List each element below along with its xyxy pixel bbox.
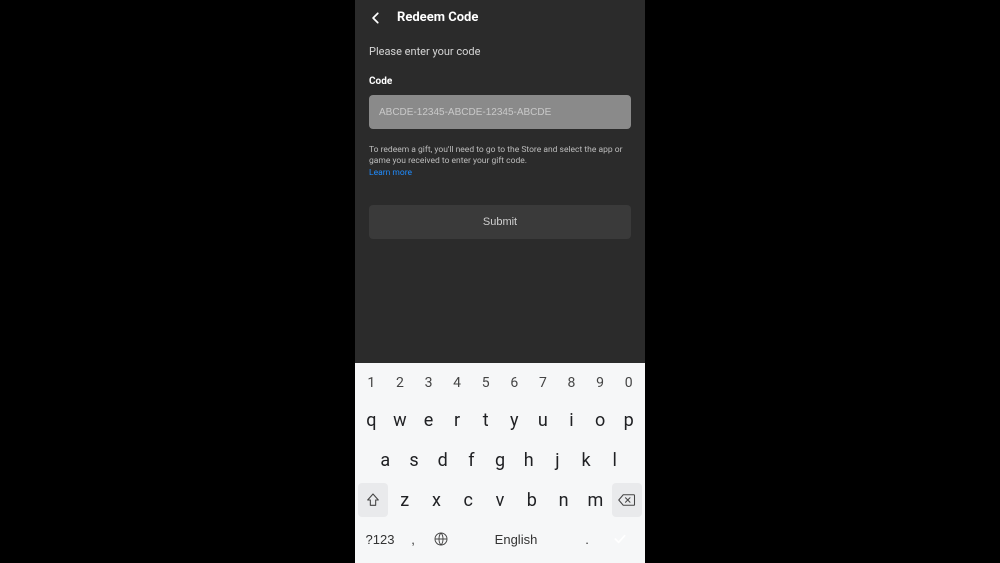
key-y[interactable]: y <box>501 403 528 437</box>
key-7[interactable]: 7 <box>530 369 557 397</box>
key-enter[interactable] <box>601 523 639 555</box>
key-b[interactable]: b <box>517 483 547 517</box>
backspace-icon <box>618 493 636 507</box>
key-5[interactable]: 5 <box>472 369 499 397</box>
content: Please enter your code Code To redeem a … <box>355 31 645 363</box>
key-p[interactable]: p <box>615 403 642 437</box>
key-q[interactable]: q <box>358 403 385 437</box>
key-m[interactable]: m <box>580 483 610 517</box>
key-t[interactable]: t <box>472 403 499 437</box>
key-backspace[interactable] <box>612 483 642 517</box>
key-s[interactable]: s <box>401 443 428 477</box>
shift-icon <box>365 492 381 508</box>
app-screen: Redeem Code Please enter your code Code … <box>355 0 645 563</box>
key-h[interactable]: h <box>515 443 542 477</box>
code-input[interactable] <box>369 95 631 129</box>
keyboard-row-mid: a s d f g h j k l <box>355 443 645 477</box>
keyboard-row-bot: z x c v b n m <box>355 483 645 517</box>
key-j[interactable]: j <box>544 443 571 477</box>
keyboard-row-top: q w e r t y u i o p <box>355 403 645 437</box>
keyboard-row-numbers: 1 2 3 4 5 6 7 8 9 0 <box>355 369 645 397</box>
instruction-text: Please enter your code <box>369 45 631 58</box>
chevron-left-icon <box>369 11 383 25</box>
check-icon <box>612 531 628 547</box>
key-i[interactable]: i <box>558 403 585 437</box>
key-0[interactable]: 0 <box>615 369 642 397</box>
key-8[interactable]: 8 <box>558 369 585 397</box>
key-x[interactable]: x <box>422 483 452 517</box>
key-symbols[interactable]: ?123 <box>361 523 399 555</box>
key-w[interactable]: w <box>387 403 414 437</box>
key-2[interactable]: 2 <box>387 369 414 397</box>
key-period[interactable]: . <box>577 523 597 555</box>
key-comma[interactable]: , <box>403 523 423 555</box>
keyboard: 1 2 3 4 5 6 7 8 9 0 q w e r t y u i o p … <box>355 363 645 563</box>
key-1[interactable]: 1 <box>358 369 385 397</box>
key-f[interactable]: f <box>458 443 485 477</box>
key-3[interactable]: 3 <box>415 369 442 397</box>
key-u[interactable]: u <box>530 403 557 437</box>
key-z[interactable]: z <box>390 483 420 517</box>
key-k[interactable]: k <box>573 443 600 477</box>
globe-icon <box>433 531 449 547</box>
keyboard-bottom-row: ?123 , English . <box>355 523 645 563</box>
header: Redeem Code <box>355 0 645 31</box>
learn-more-link[interactable]: Learn more <box>369 168 412 179</box>
key-space[interactable]: English <box>459 523 573 555</box>
page-title: Redeem Code <box>397 10 478 25</box>
key-e[interactable]: e <box>415 403 442 437</box>
key-a[interactable]: a <box>372 443 399 477</box>
key-9[interactable]: 9 <box>587 369 614 397</box>
key-o[interactable]: o <box>587 403 614 437</box>
key-g[interactable]: g <box>487 443 514 477</box>
key-n[interactable]: n <box>549 483 579 517</box>
back-button[interactable] <box>369 11 383 25</box>
key-4[interactable]: 4 <box>444 369 471 397</box>
key-v[interactable]: v <box>485 483 515 517</box>
key-l[interactable]: l <box>601 443 628 477</box>
key-6[interactable]: 6 <box>501 369 528 397</box>
help-text-body: To redeem a gift, you'll need to go to t… <box>369 145 622 166</box>
key-c[interactable]: c <box>453 483 483 517</box>
key-r[interactable]: r <box>444 403 471 437</box>
key-d[interactable]: d <box>429 443 456 477</box>
key-shift[interactable] <box>358 483 388 517</box>
key-language[interactable] <box>427 523 455 555</box>
submit-button[interactable]: Submit <box>369 205 631 239</box>
code-label: Code <box>369 76 631 87</box>
help-text: To redeem a gift, you'll need to go to t… <box>369 145 631 179</box>
